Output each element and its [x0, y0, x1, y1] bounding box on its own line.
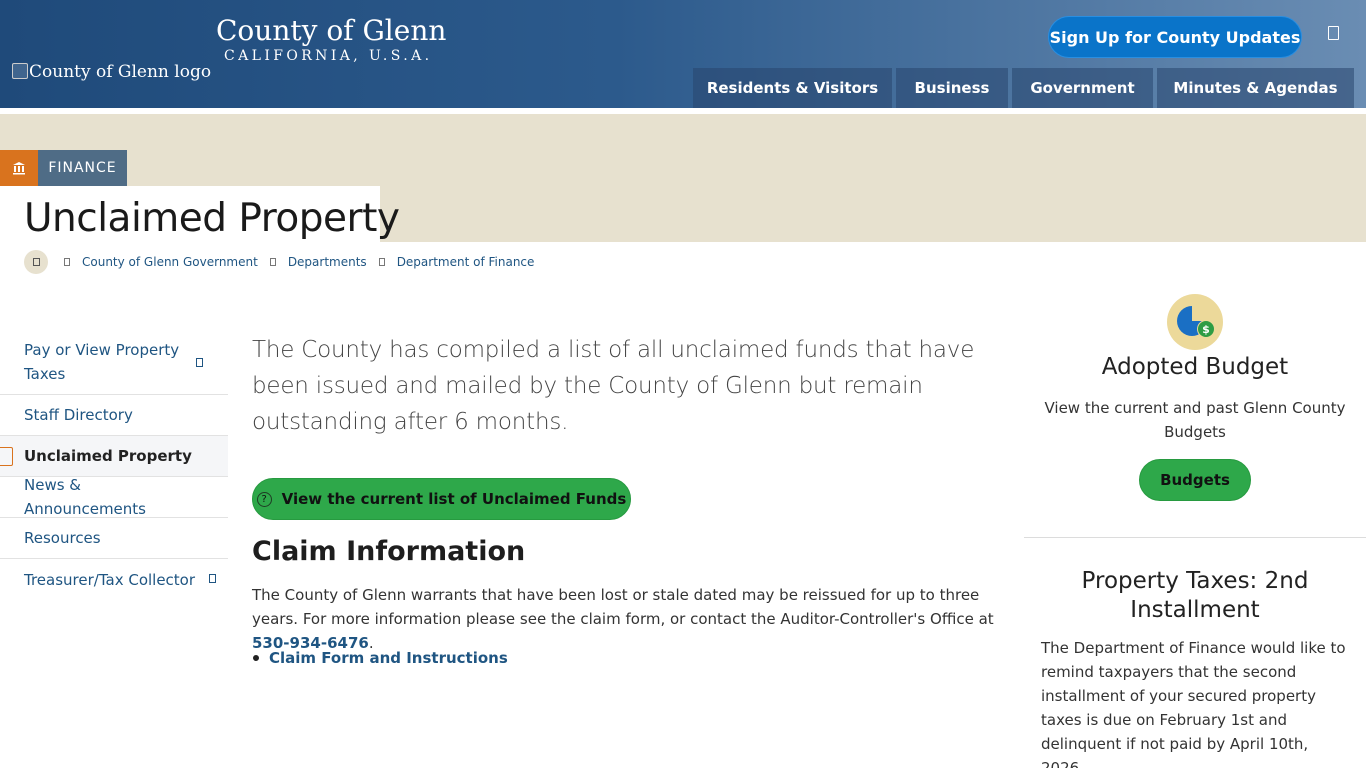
claim-text: The County of Glenn warrants that have b… — [252, 586, 994, 628]
logo-alt-text: County of Glenn logo — [29, 62, 212, 82]
expand-icon[interactable] — [196, 358, 203, 367]
breadcrumb-separator-icon — [378, 258, 385, 266]
department-label[interactable]: FINANCE — [38, 150, 127, 186]
nav-minutes-agendas[interactable]: Minutes & Agendas — [1157, 68, 1354, 108]
sidebar-item-pay-property-taxes[interactable]: Pay or View Property Taxes — [0, 336, 228, 395]
breadcrumb-county-government[interactable]: County of Glenn Government — [82, 255, 258, 269]
sidebar-item-unclaimed-property[interactable]: Unclaimed Property — [0, 436, 228, 477]
claim-information-heading: Claim Information — [252, 536, 526, 567]
sidebar-item-resources[interactable]: Resources — [0, 518, 228, 559]
home-icon[interactable] — [24, 250, 48, 274]
sidebar-item-treasurer-tax-collector[interactable]: Treasurer/Tax Collector — [0, 559, 228, 600]
sidebar-item-label: Staff Directory — [24, 406, 133, 424]
breadcrumb-department-finance[interactable]: Department of Finance — [397, 255, 535, 269]
bullet — [253, 655, 259, 661]
adopted-budget-description: View the current and past Glenn County B… — [1044, 399, 1346, 441]
sidebar-item-label: News & Announcements — [24, 476, 146, 518]
question-circle-icon: ? — [256, 491, 272, 507]
nav-business[interactable]: Business — [896, 68, 1008, 108]
sidebar-item-label: Unclaimed Property — [24, 447, 192, 465]
search-icon[interactable] — [1328, 26, 1339, 40]
building-icon — [0, 150, 38, 186]
site-header: County of Glenn logo County of Glenn CAL… — [0, 0, 1366, 108]
budget-chart-icon: $ — [1167, 294, 1223, 350]
nav-government[interactable]: Government — [1012, 68, 1153, 108]
sidebar-item-label: Pay or View Property Taxes — [24, 341, 180, 383]
button-label: View the current list of Unclaimed Funds — [281, 490, 627, 508]
nav-residents-visitors[interactable]: Residents & Visitors — [693, 68, 892, 108]
expand-icon[interactable] — [209, 574, 216, 583]
signup-updates-button[interactable]: Sign Up for County Updates — [1048, 16, 1302, 58]
sidebar-item-staff-directory[interactable]: Staff Directory — [0, 395, 228, 436]
sidebar-item-label: Resources — [24, 529, 101, 547]
sidebar-item-label: Treasurer/Tax Collector — [24, 570, 196, 589]
dollar-coin-icon: $ — [1197, 320, 1215, 338]
breadcrumb-departments[interactable]: Departments — [288, 255, 367, 269]
intro-paragraph: The County has compiled a list of all un… — [252, 337, 975, 435]
property-taxes-text: The Department of Finance would like to … — [1041, 639, 1346, 768]
sidebar-item-news-announcements[interactable]: News & Announcements — [0, 476, 228, 518]
view-unclaimed-funds-button[interactable]: ? View the current list of Unclaimed Fun… — [252, 478, 631, 520]
site-subtitle: CALIFORNIA, U.S.A. — [224, 48, 433, 64]
property-taxes-title: Property Taxes: 2nd Installment — [1081, 568, 1309, 623]
active-indicator — [0, 447, 13, 466]
breadcrumb-separator-icon — [64, 258, 70, 266]
site-title: County of Glenn — [216, 14, 447, 47]
budgets-button[interactable]: Budgets — [1139, 459, 1251, 501]
aside-divider — [1024, 537, 1366, 538]
broken-image-icon — [12, 63, 28, 79]
page-title: Unclaimed Property — [24, 196, 400, 241]
sidebar-nav: Pay or View Property Taxes Staff Directo… — [0, 336, 228, 600]
list-item: Claim Form and Instructions — [252, 646, 508, 670]
county-logo[interactable]: County of Glenn logo — [12, 62, 211, 82]
claim-paragraph: The County of Glenn warrants that have b… — [252, 583, 1012, 655]
adopted-budget-title: Adopted Budget — [1101, 354, 1289, 380]
claim-links-list: Claim Form and Instructions — [252, 646, 508, 670]
breadcrumb-separator-icon — [269, 258, 276, 266]
site-brand[interactable]: County of Glenn CALIFORNIA, U.S.A. — [216, 14, 446, 64]
main-nav: Residents & Visitors Business Government… — [693, 68, 1354, 108]
claim-form-link[interactable]: Claim Form and Instructions — [269, 646, 508, 670]
breadcrumb: County of Glenn Government Departments D… — [24, 250, 534, 274]
